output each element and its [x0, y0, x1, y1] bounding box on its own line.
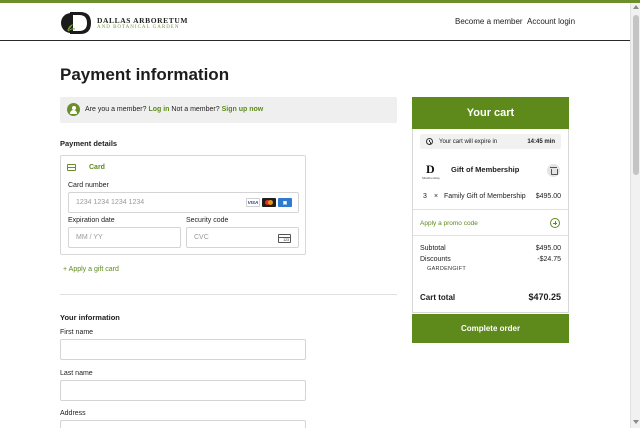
cart-divider — [413, 235, 568, 236]
expiration-placeholder: MM / YY — [76, 234, 103, 241]
payment-details-heading: Payment details — [60, 139, 118, 148]
timer-text: Your cart will expire in — [439, 138, 498, 145]
cart-total-box: Cart total $470.25 — [412, 281, 569, 313]
cart-panel: Your cart Your cart will expire in 14:45… — [412, 97, 569, 343]
membership-logo-icon: D Membership — [422, 162, 444, 182]
subtotal-value: $495.00 — [535, 245, 561, 252]
first-name-input[interactable] — [60, 339, 306, 360]
scrollbar-thumb[interactable] — [633, 15, 639, 175]
cvc-placeholder: CVC — [194, 234, 209, 241]
address-input[interactable] — [60, 420, 306, 428]
signup-link[interactable]: Sign up now — [222, 106, 264, 113]
cart-item-quantity: 3 — [423, 193, 427, 200]
card-brand-logos: VISA ▣ — [246, 198, 292, 207]
cart-item-times: × — [434, 193, 439, 200]
address-label: Address — [60, 410, 86, 417]
cvc-icon-number: 123 — [283, 238, 289, 242]
first-name-label: First name — [60, 329, 94, 336]
cart-divider — [413, 209, 568, 210]
member-prompt: Are you a member? — [85, 106, 147, 113]
member-banner: Are you a member? Log in Not a member? S… — [60, 97, 397, 123]
plus-circle-icon[interactable] — [550, 218, 560, 228]
card-number-placeholder: 1234 1234 1234 1234 — [76, 199, 145, 206]
amex-icon: ▣ — [278, 198, 292, 207]
your-information-heading: Your information — [60, 313, 120, 322]
expiration-input[interactable]: MM / YY — [68, 227, 181, 248]
membership-logo-letter: D — [426, 162, 435, 176]
last-name-input[interactable] — [60, 380, 306, 401]
cart-title: Your cart — [412, 97, 569, 129]
become-member-link[interactable]: Become a member — [455, 17, 523, 26]
account-login-link[interactable]: Account login — [527, 17, 575, 26]
card-method-label: Card — [89, 164, 105, 171]
clock-icon — [426, 138, 433, 145]
scroll-down-icon[interactable] — [633, 420, 639, 424]
security-code-input[interactable]: CVC 123 — [186, 227, 299, 248]
member-icon — [67, 103, 80, 116]
member-banner-text: Are you a member? Log in Not a member? S… — [85, 106, 263, 113]
cart-item-description: Family Gift of Membership — [444, 193, 526, 200]
membership-logo-subtitle: Membership — [422, 176, 440, 180]
apply-gift-card-link[interactable]: + Apply a gift card — [63, 266, 119, 273]
login-link[interactable]: Log in — [148, 106, 169, 113]
card-number-label: Card number — [68, 182, 109, 189]
subtotal-label: Subtotal — [420, 245, 446, 252]
apply-promo-link[interactable]: Apply a promo code — [420, 220, 478, 227]
last-name-label: Last name — [60, 370, 93, 377]
card-number-input[interactable]: 1234 1234 1234 1234 VISA ▣ — [68, 192, 299, 213]
cart-total-value: $470.25 — [528, 292, 561, 302]
security-code-label: Security code — [186, 217, 229, 224]
discounts-value: -$24.75 — [537, 256, 561, 263]
non-member-prompt: Not a member? — [171, 106, 220, 113]
section-divider — [60, 294, 397, 295]
cvc-card-icon: 123 — [278, 234, 291, 243]
visa-icon: VISA — [246, 198, 260, 207]
cart-timer: Your cart will expire in 14:45 min — [420, 134, 561, 149]
arboretum-logo-icon[interactable] — [61, 9, 93, 37]
site-header: DALLAS ARBORETUM AND BOTANICAL GARDEN Be… — [0, 3, 630, 41]
expiration-label: Expiration date — [68, 217, 115, 224]
page-title: Payment information — [60, 65, 230, 84]
page-scrollbar[interactable] — [630, 3, 640, 428]
logo-name: DALLAS ARBORETUM — [97, 16, 189, 25]
trash-icon[interactable] — [547, 164, 560, 177]
logo-subtitle: AND BOTANICAL GARDEN — [97, 25, 180, 30]
cart-item-name: Gift of Membership — [451, 165, 520, 174]
discounts-label: Discounts — [420, 256, 451, 263]
discount-code: GARDENGIFT — [427, 266, 467, 272]
card-method-header[interactable]: Card — [67, 163, 303, 174]
complete-order-button[interactable]: Complete order — [412, 314, 569, 343]
cart-total-label: Cart total — [420, 293, 456, 302]
cart-item-price: $495.00 — [535, 193, 561, 200]
scroll-up-icon[interactable] — [633, 5, 639, 9]
mastercard-icon — [262, 198, 276, 207]
timer-value: 14:45 min — [527, 138, 555, 145]
card-icon — [67, 164, 76, 171]
card-payment-box: Card Card number 1234 1234 1234 1234 VIS… — [60, 155, 306, 255]
